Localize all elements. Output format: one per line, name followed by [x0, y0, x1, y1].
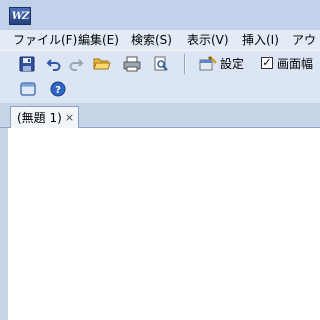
help-button[interactable]: ?: [48, 79, 68, 99]
menu-bar: ファイル(F) 編集(E) 検索(S) 表示(V) 挿入(I) アウト: [0, 30, 320, 50]
open-folder-icon: [93, 58, 111, 70]
save-button[interactable]: [17, 54, 37, 74]
secondary-toolbar: ?: [0, 76, 320, 103]
menu-view[interactable]: 表示(V): [187, 30, 229, 50]
print-button[interactable]: [122, 54, 142, 74]
toolbar-separator: [184, 54, 186, 74]
undo-icon: [46, 59, 61, 71]
menu-outline[interactable]: アウト: [292, 30, 320, 50]
settings-button[interactable]: [198, 54, 218, 74]
settings-icon: [199, 56, 217, 71]
menu-file[interactable]: ファイル(F): [13, 30, 77, 50]
help-icon: ?: [50, 81, 66, 97]
open-button[interactable]: [92, 54, 112, 74]
app-window: WZ ファイル(F) 編集(E) 検索(S) 表示(V) 挿入(I) アウト: [0, 0, 320, 320]
tab-label: (無題 1): [17, 111, 62, 125]
menu-search[interactable]: 検索(S): [131, 30, 172, 50]
document-tab-strip: (無題 1) ×: [0, 103, 320, 129]
svg-text:?: ?: [55, 85, 61, 96]
redo-button[interactable]: [66, 54, 86, 74]
app-logo-icon[interactable]: WZ: [9, 7, 31, 25]
editor-area[interactable]: [0, 128, 320, 320]
main-toolbar: 設定 ✓ 画面幅: [0, 50, 320, 76]
screen-width-label[interactable]: 画面幅: [277, 55, 313, 73]
screen-width-checkbox[interactable]: ✓: [261, 57, 273, 69]
undo-button[interactable]: [44, 54, 64, 74]
settings-label[interactable]: 設定: [220, 55, 244, 73]
title-bar: WZ: [0, 0, 320, 30]
redo-icon: [69, 59, 84, 71]
print-preview-icon: [154, 56, 168, 71]
window-button[interactable]: [18, 79, 38, 99]
menu-edit[interactable]: 編集(E): [78, 30, 119, 50]
close-icon[interactable]: ×: [65, 108, 74, 128]
menu-insert[interactable]: 挿入(I): [242, 30, 279, 50]
save-icon: [19, 56, 35, 72]
print-preview-button[interactable]: [151, 54, 171, 74]
window-icon: [20, 82, 36, 96]
tab-untitled-1[interactable]: (無題 1) ×: [10, 106, 80, 129]
print-icon: [123, 56, 141, 72]
